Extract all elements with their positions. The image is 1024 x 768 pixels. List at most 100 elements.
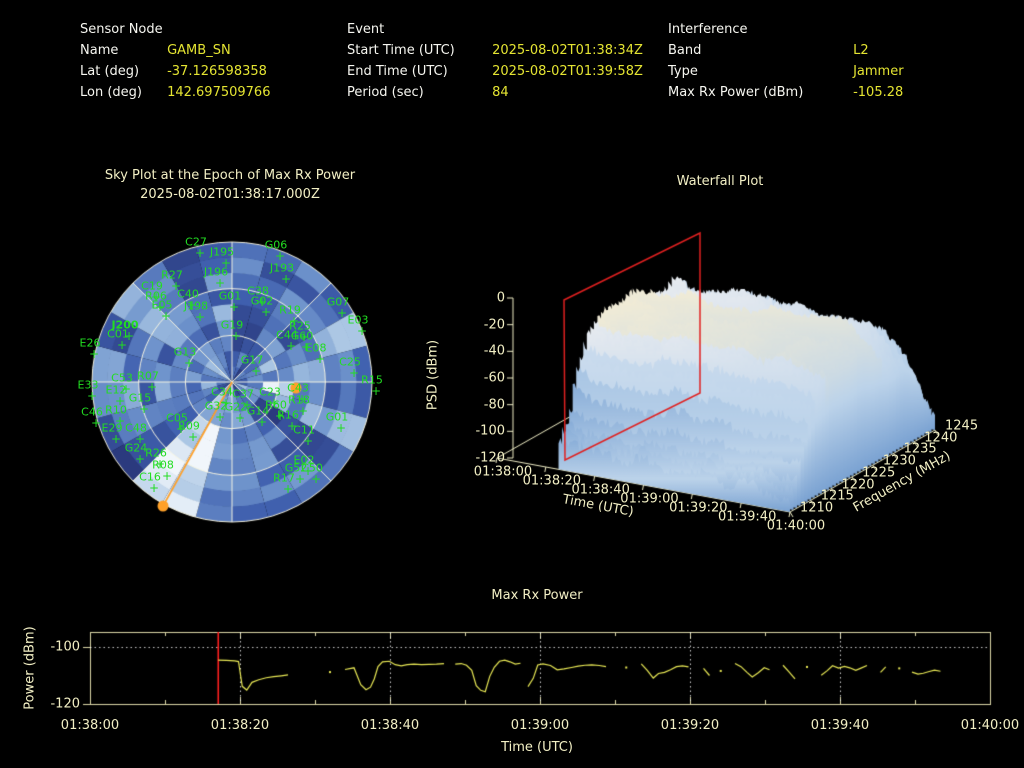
satellite-marker: + [280, 272, 292, 286]
satellite-marker: + [282, 482, 294, 496]
interference-type-value: Jammer [853, 64, 904, 79]
sensor-lon-row: Lon (deg) 142.697509766 [80, 81, 270, 102]
event-start-label: Start Time (UTC) [347, 43, 455, 58]
sensor-name-row: Name GAMB_SN [80, 39, 270, 60]
sensor-name-value: GAMB_SN [167, 43, 231, 58]
satellite-marker: + [356, 324, 368, 338]
satellite-marker: + [138, 402, 150, 416]
power-time-tick: 01:40:00 [960, 718, 1020, 733]
sensor-lon-value: 142.697509766 [167, 85, 271, 100]
sky-plot-title-line2: 2025-08-02T01:38:17.000Z [140, 187, 320, 202]
max-rx-power-xaxis-label: Time (UTC) [501, 740, 573, 755]
interference-band-label: Band [668, 43, 702, 58]
satellite-marker: + [187, 430, 199, 444]
sensor-node-panel: Sensor Node Name GAMB_SN Lat (deg) -37.1… [80, 20, 270, 102]
interference-type-label: Type [668, 64, 698, 79]
sky-plot-title: Sky Plot at the Epoch of Max Rx Power 20… [60, 166, 400, 204]
waterfall-psd-tick: -60 [483, 370, 505, 386]
satellite-marker: + [194, 310, 206, 324]
event-period-label: Period (sec) [347, 85, 424, 100]
satellite-marker: + [310, 472, 322, 486]
max-rx-power-title: Max Rx Power [491, 588, 583, 603]
satellite-marker: + [256, 415, 268, 429]
max-rx-power-plot: Max Rx Power Time (UTC) Power (dBm) 01:3… [0, 585, 1024, 768]
waterfall-time-tick: 01:40:00 [766, 518, 826, 534]
interference-power-label: Max Rx Power (dBm) [668, 85, 804, 100]
satellite-marker: + [194, 246, 206, 260]
satellite-marker: + [183, 356, 195, 370]
satellite-marker: + [260, 305, 272, 319]
waterfall-psd-axis-label: PSD (dBm) [425, 339, 441, 411]
sky-plot-title-line1: Sky Plot at the Epoch of Max Rx Power [104, 168, 356, 183]
power-time-tick: 01:38:40 [360, 718, 420, 733]
waterfall-psd-tick: -20 [483, 317, 505, 333]
satellite-marker: + [228, 300, 240, 314]
power-time-tick: 01:39:40 [810, 718, 870, 733]
sensor-name-label: Name [80, 43, 119, 58]
event-period-value: 84 [492, 85, 509, 100]
waterfall-psd-tick: -80 [483, 397, 505, 413]
satellite-marker: + [88, 347, 100, 361]
satellite-marker: + [214, 410, 226, 424]
event-end-row: End Time (UTC) 2025-08-02T01:39:58Z [347, 60, 643, 81]
waterfall-psd-tick: -120 [475, 450, 505, 466]
satellite-marker: + [314, 352, 326, 366]
satellite-marker: + [250, 364, 262, 378]
max-rx-power-yaxis-label: Power (dBm) [22, 626, 38, 710]
interference-title: Interference [668, 22, 748, 37]
satellite-marker: + [234, 411, 246, 425]
power-time-tick: 01:38:00 [60, 718, 120, 733]
satellite-marker: + [294, 472, 306, 486]
waterfall-psd-tick: 0 [496, 290, 505, 306]
waterfall-psd-tick: -40 [483, 343, 505, 359]
event-panel: Event Start Time (UTC) 2025-08-02T01:38:… [347, 20, 643, 102]
interference-power-value: -105.28 [853, 85, 904, 100]
satellite-marker: + [285, 339, 297, 353]
dashboard: Sensor Node Name GAMB_SN Lat (deg) -37.1… [0, 0, 1024, 768]
satellite-marker: + [146, 380, 158, 394]
satellite-marker: + [230, 329, 242, 343]
satellite-marker: + [302, 434, 314, 448]
satellite-marker: + [335, 421, 347, 435]
satellite-marker: + [348, 366, 360, 380]
waterfall-title: Waterfall Plot [676, 174, 764, 189]
event-end-label: End Time (UTC) [347, 64, 448, 79]
satellite-marker: + [110, 432, 122, 446]
event-period-row: Period (sec) 84 [347, 81, 643, 102]
event-start-row: Start Time (UTC) 2025-08-02T01:38:34Z [347, 39, 643, 60]
interference-band-row: Band L2 [668, 39, 904, 60]
waterfall-plot: Waterfall Plot PSD (dBm) Time (UTC) Freq… [415, 160, 1024, 550]
event-start-value: 2025-08-02T01:38:34Z [492, 43, 643, 58]
satellite-marker: + [161, 469, 173, 483]
interference-panel: Interference Band L2 Type Jammer Max Rx … [668, 20, 904, 102]
waterfall-psd-tick: -100 [475, 423, 505, 439]
satellite-marker: + [370, 384, 382, 398]
satellite-marker: + [160, 309, 172, 323]
sensor-lat-label: Lat (deg) [80, 64, 140, 79]
event-title: Event [347, 22, 385, 37]
interference-type-row: Type Jammer [668, 60, 904, 81]
sky-plot: C27 + J195 + G06 + R27 + J196 + J193 + C19 + R06 + C40 + G… [78, 232, 383, 532]
satellite-marker: + [148, 481, 160, 495]
sensor-lon-label: Lon (deg) [80, 85, 142, 100]
power-time-tick: 01:39:00 [510, 718, 570, 733]
sensor-node-title: Sensor Node [80, 22, 163, 37]
satellite-marker: + [116, 338, 128, 352]
sensor-lat-value: -37.126598358 [167, 64, 267, 79]
power-time-tick: 01:39:20 [660, 718, 720, 733]
satellite-marker: + [336, 306, 348, 320]
satellite-marker: + [90, 416, 102, 430]
satellite-marker: + [274, 249, 286, 263]
event-end-value: 2025-08-02T01:39:58Z [492, 64, 643, 79]
waterfall-frequency-tick: 1245 [945, 418, 979, 434]
power-dbm-tick: -100 [50, 639, 80, 655]
satellite-marker: + [86, 389, 98, 403]
power-time-tick: 01:38:20 [210, 718, 270, 733]
satellite-marker: + [214, 276, 226, 290]
satellite-marker: + [297, 404, 309, 418]
interference-band-value: L2 [853, 43, 869, 58]
satellite-marker: + [134, 452, 146, 466]
interference-power-row: Max Rx Power (dBm) -105.28 [668, 81, 904, 102]
power-dbm-tick: -120 [50, 696, 80, 712]
waterfall-canvas [415, 160, 1024, 550]
